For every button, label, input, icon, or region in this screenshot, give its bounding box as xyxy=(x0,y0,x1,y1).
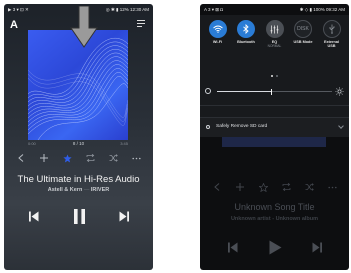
brightness-thumb[interactable] xyxy=(271,88,273,95)
plus-icon[interactable] xyxy=(233,181,247,193)
dimmed-album-art xyxy=(222,137,326,147)
previous-track-icon[interactable] xyxy=(29,211,39,222)
playback-options xyxy=(14,152,144,164)
album-name: IRIVER xyxy=(90,187,110,193)
status-left-icons: A 3 ▾ ⊠ ◘ xyxy=(204,6,224,12)
status-right-text: ◎ ✱ ▮ 12% 12:30 AM xyxy=(105,6,149,12)
brightness-fill xyxy=(217,91,272,92)
quick-panel-screen: A 3 ▾ ⊠ ◘ ✱ ◇ ▮ 100% 09:32 AM Wi-Fi Blue… xyxy=(200,4,349,270)
page-indicator xyxy=(200,75,349,78)
external-usb-label: External USB xyxy=(324,40,339,49)
more-icon[interactable] xyxy=(326,181,340,193)
pause-icon[interactable] xyxy=(73,209,85,224)
quick-settings-row: Wi-Fi Bluetooth EQ NORMAL DISK USB Mode xyxy=(204,20,345,49)
brightness-track[interactable] xyxy=(217,88,332,95)
swipe-down-arrow-icon xyxy=(70,6,98,48)
status-bar: A 3 ▾ ⊠ ◘ ✱ ◇ ▮ 100% 09:32 AM xyxy=(200,4,349,15)
chevron-left-icon[interactable] xyxy=(210,181,224,193)
player-screen: ▶ 3 ▾ ⊡ ✕ ◎ ✱ ▮ 12% 12:30 AM A 0:00 8 / … xyxy=(4,4,153,270)
eq-icon[interactable] xyxy=(265,20,284,38)
shuffle-icon[interactable] xyxy=(107,152,121,164)
usb-mode-label: USB Mode xyxy=(293,40,313,44)
notification-item[interactable]: Safely Remove SD card xyxy=(200,117,349,137)
transport-controls xyxy=(29,209,129,224)
status-right-text: ✱ ◇ ▮ 100% 09:32 AM xyxy=(299,6,345,12)
sd-card-icon xyxy=(206,125,210,129)
repeat-icon[interactable] xyxy=(84,152,98,164)
artist-name: Astell & Kern xyxy=(47,187,83,193)
usb-mode-toggle[interactable]: DISK USB Mode xyxy=(290,20,317,49)
dimmed-playback-options xyxy=(210,181,340,193)
brightness-high-icon xyxy=(335,87,344,96)
status-left-icons: ▶ 3 ▾ ⊡ ✕ xyxy=(8,6,29,12)
star-icon[interactable] xyxy=(256,181,270,193)
astell-kern-logo: A xyxy=(10,19,18,31)
plus-icon[interactable] xyxy=(37,152,51,164)
notification-text: Safely Remove SD card xyxy=(216,124,268,129)
artist-album-line: Unknown artist - Unknown album xyxy=(230,216,319,222)
disk-icon[interactable]: DISK xyxy=(294,20,312,38)
song-title: The Ultimate in Hi-Res Audio xyxy=(17,174,140,185)
status-right: ✱ ◇ ▮ 100% 09:32 AM xyxy=(300,7,345,13)
total-time: 3:45 xyxy=(120,141,128,146)
eq-toggle[interactable]: EQ NORMAL xyxy=(261,20,288,49)
star-icon[interactable] xyxy=(60,152,74,164)
external-usb-toggle[interactable]: External USB xyxy=(318,20,345,49)
brightness-slider[interactable] xyxy=(205,87,344,97)
play-icon[interactable] xyxy=(269,240,282,255)
brightness-low-icon xyxy=(205,88,211,94)
disk-badge: DISK xyxy=(297,26,309,32)
quick-settings-panel: Wi-Fi Bluetooth EQ NORMAL DISK USB Mode xyxy=(200,15,349,117)
more-icon[interactable] xyxy=(130,152,144,164)
bluetooth-icon[interactable] xyxy=(237,20,255,38)
eq-mode: NORMAL xyxy=(267,44,282,49)
chevron-left-icon[interactable] xyxy=(14,152,28,164)
status-right: ◎ ✱ ▮ 12% 12:30 AM xyxy=(106,7,149,13)
transport-controls xyxy=(228,240,322,255)
wifi-icon[interactable] xyxy=(208,20,227,38)
wifi-toggle[interactable]: Wi-Fi xyxy=(204,20,231,49)
usb-icon[interactable] xyxy=(322,20,341,38)
artist-album-line: Astell & Kern — IRIVER xyxy=(4,187,153,193)
previous-track-icon[interactable] xyxy=(228,242,238,253)
song-title: Unknown Song Title xyxy=(234,202,315,212)
bluetooth-label: Bluetooth xyxy=(237,40,255,44)
separator: — xyxy=(83,187,90,193)
chevron-down-icon[interactable] xyxy=(338,123,344,129)
next-track-icon[interactable] xyxy=(312,242,322,253)
track-counter: 8 / 10 xyxy=(72,141,85,146)
next-track-icon[interactable] xyxy=(119,211,129,222)
panel-divider xyxy=(200,105,349,106)
shuffle-icon[interactable] xyxy=(303,181,317,193)
repeat-icon[interactable] xyxy=(280,181,294,193)
bluetooth-toggle[interactable]: Bluetooth xyxy=(233,20,260,49)
menu-icon[interactable] xyxy=(137,20,145,27)
wifi-label: Wi-Fi xyxy=(212,40,223,44)
